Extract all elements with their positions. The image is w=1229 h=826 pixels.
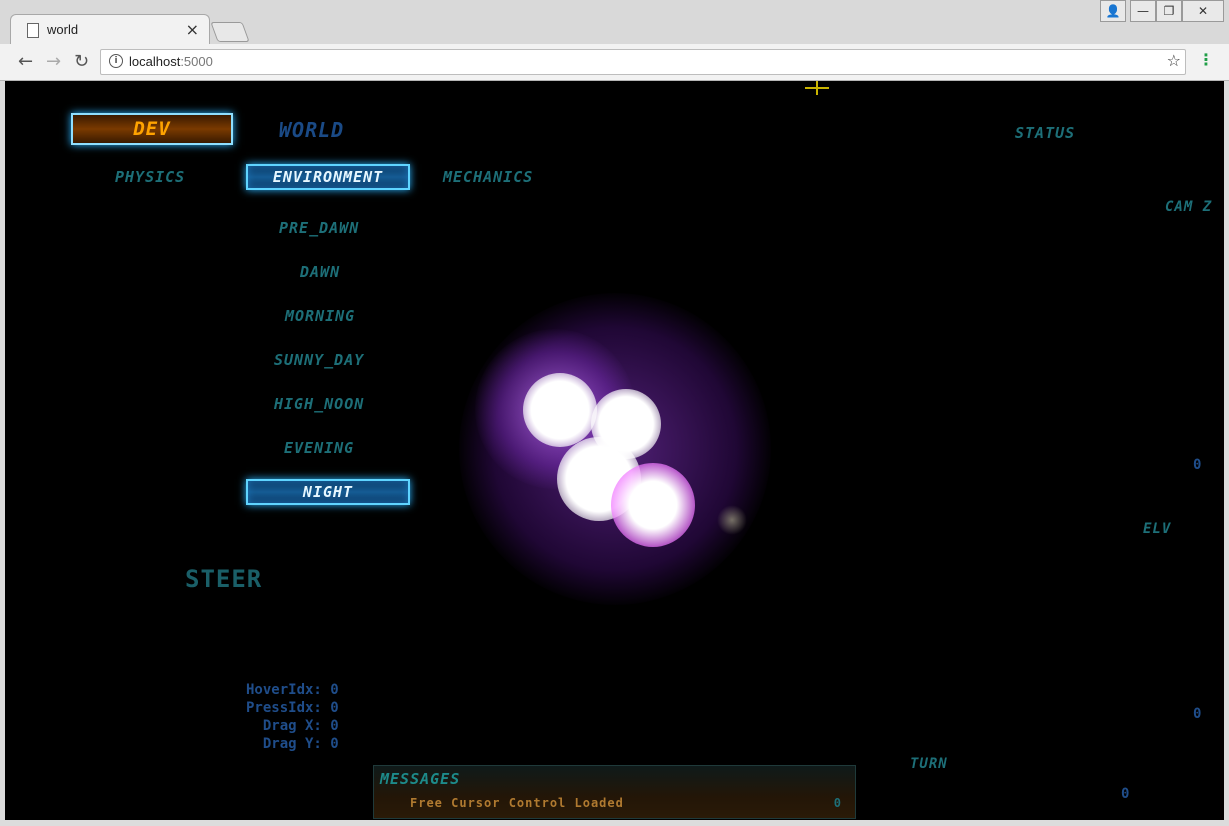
orb-core-1 [523,373,597,447]
option-night[interactable]: NIGHT [246,479,410,505]
elv-value: 0 [1193,706,1202,722]
debug-drag-x: Drag X: 0 [246,718,339,734]
messages-panel: MESSAGES Free Cursor Control Loaded 0 [373,765,856,819]
tab-mechanics[interactable]: MECHANICS [443,168,533,186]
crosshair-bar [805,87,829,89]
address-toolbar: ← → ↻ i localhost:5000 ☆ ⋮ [0,44,1229,81]
message-text: Free Cursor Control Loaded [410,796,624,810]
tab-world[interactable]: WORLD [279,118,344,142]
message-count: 0 [833,796,841,810]
option-morning[interactable]: MORNING [285,307,355,325]
steer-label: STEER [185,565,263,593]
info-icon[interactable]: i [109,54,123,68]
debug-drag-y: Drag Y: 0 [246,736,339,752]
cam-z-value: 0 [1193,457,1202,473]
option-evening[interactable]: EVENING [284,439,354,457]
game-viewport[interactable]: DEV WORLD STATUS PHYSICS ENVIRONMENT MEC… [5,81,1224,820]
turn-label: TURN [910,756,948,772]
option-high-noon[interactable]: HIGH_NOON [274,395,364,413]
maximize-button[interactable]: ❐ [1156,0,1182,22]
page-icon [27,23,39,38]
messages-title: MESSAGES [380,770,461,788]
menu-dots-icon[interactable]: ⋮ [1198,50,1214,69]
minimize-button[interactable]: — [1130,0,1156,22]
bookmark-star-icon[interactable]: ☆ [1167,51,1181,70]
tab-physics[interactable]: PHYSICS [115,168,185,186]
tab-dev[interactable]: DEV [71,113,233,145]
option-dawn[interactable]: DAWN [300,263,340,281]
new-tab-button[interactable] [210,22,250,42]
profile-icon[interactable]: 👤 [1100,0,1126,22]
url-text: localhost:5000 [129,54,213,69]
browser-titlebar: world × 👤 — ❐ ✕ [0,0,1229,45]
status-label[interactable]: STATUS [1015,124,1075,142]
debug-hover-idx: HoverIdx: 0 [246,682,339,698]
close-window-button[interactable]: ✕ [1182,0,1224,22]
turn-value: 0 [1121,786,1130,802]
address-bar[interactable]: i localhost:5000 ☆ [100,49,1186,75]
tab-close-icon[interactable]: × [186,20,199,39]
option-sunny-day[interactable]: SUNNY_DAY [274,351,364,369]
browser-tab[interactable]: world × [10,14,210,45]
tab-title: world [47,22,79,37]
elv-label: ELV [1143,521,1172,537]
orb-core-4 [611,463,695,547]
cam-z-label: CAM Z [1165,199,1213,215]
reload-icon[interactable]: ↻ [74,51,89,72]
tab-environment[interactable]: ENVIRONMENT [246,164,410,190]
back-arrow-icon[interactable]: ← [18,51,33,72]
option-pre-dawn[interactable]: PRE_DAWN [279,219,359,237]
debug-press-idx: PressIdx: 0 [246,700,339,716]
orb-speck [717,505,747,535]
forward-arrow-icon[interactable]: → [46,51,61,72]
